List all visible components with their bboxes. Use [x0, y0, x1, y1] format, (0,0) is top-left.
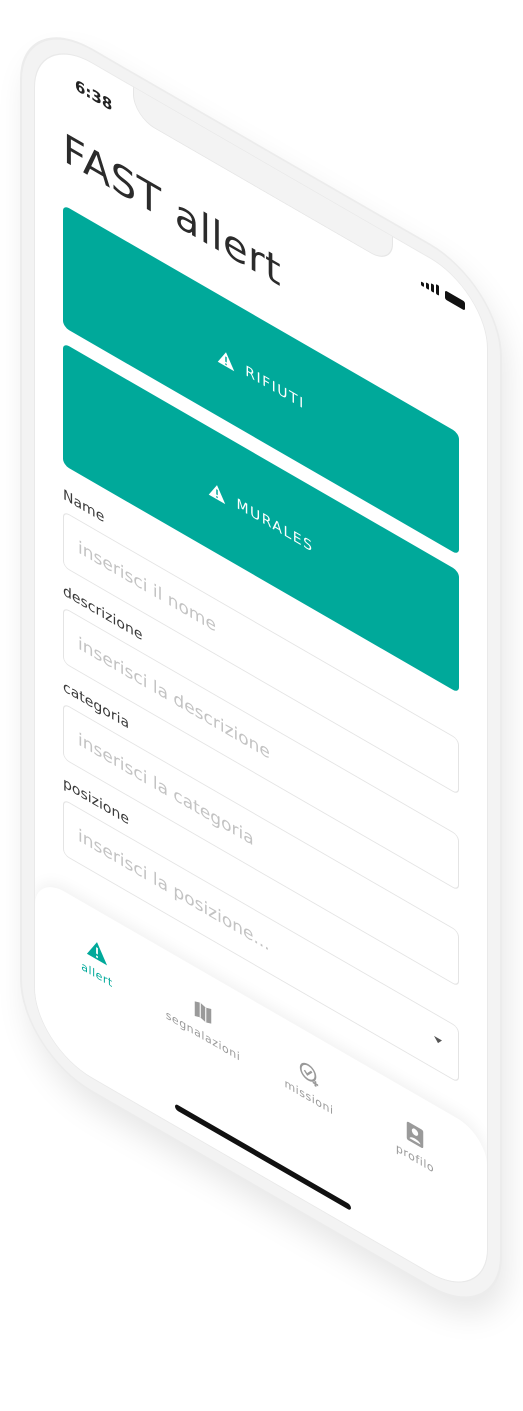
murales-label: MURALES: [236, 495, 314, 557]
signal-icon: [421, 275, 439, 296]
battery-icon: [445, 289, 465, 311]
status-indicators: [421, 275, 465, 311]
rifiuti-label: RIFIUTI: [245, 362, 305, 414]
tab-allert[interactable]: allert: [47, 911, 147, 1010]
warning-icon: [209, 485, 226, 505]
stage: 6:38 FAST allert RIFIUTI MURALES Name in…: [0, 0, 523, 1411]
tab-missioni[interactable]: missioni: [259, 1034, 359, 1133]
notch: [133, 85, 393, 267]
warning-icon: [218, 352, 235, 372]
tab-segnalazioni[interactable]: segnalazioni: [153, 973, 253, 1072]
tab-allert-label: allert: [81, 959, 113, 991]
app-screen: 6:38 FAST allert RIFIUTI MURALES Name in…: [34, 28, 488, 1308]
phone-frame: 6:38 FAST allert RIFIUTI MURALES Name in…: [22, 10, 500, 1326]
home-indicator: [175, 1103, 351, 1211]
status-time: 6:38: [75, 75, 113, 116]
tab-profilo[interactable]: profilo: [365, 1095, 465, 1194]
